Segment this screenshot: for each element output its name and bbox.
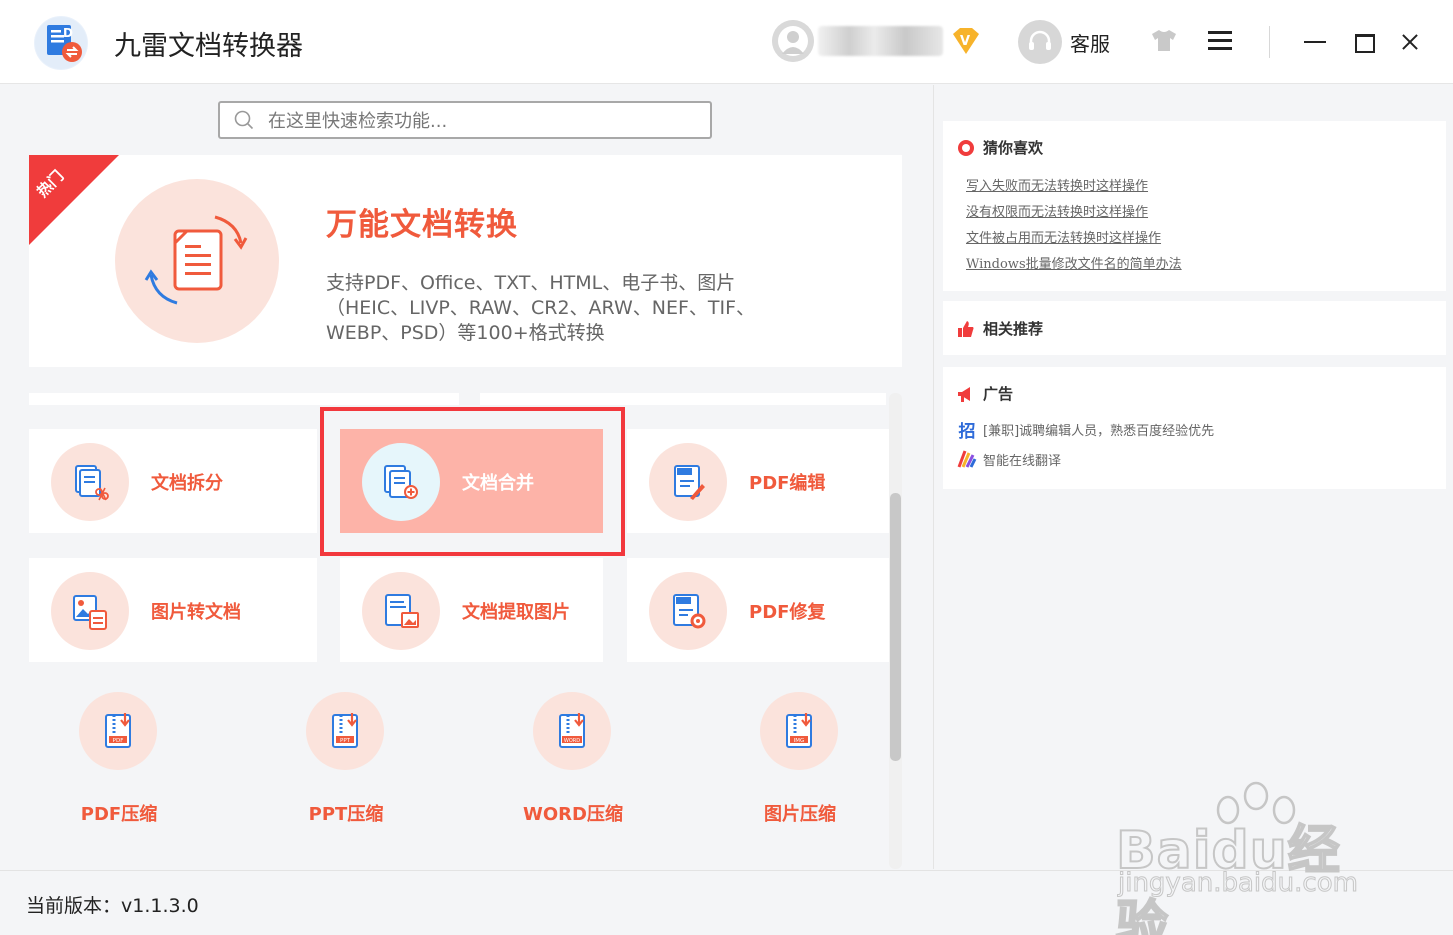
svg-text:PPT: PPT <box>340 738 351 744</box>
customer-service-label: 客服 <box>1070 31 1110 56</box>
recruit-icon: 招 <box>958 421 976 442</box>
universal-convert-card[interactable]: 热门 万能文档转换 支持PDF、Office、TXT、HTML、电子书、图片（H… <box>29 155 902 367</box>
tool-label: PDF编辑 <box>749 473 826 494</box>
maximize-button[interactable] <box>1345 24 1381 60</box>
heart-circle-icon <box>957 139 975 157</box>
extract-image-icon <box>362 572 440 650</box>
ads-header: 广告 <box>957 383 1013 404</box>
main-content: 热门 万能文档转换 支持PDF、Office、TXT、HTML、电子书、图片（H… <box>0 85 932 869</box>
translate-colorful-icon <box>957 449 977 469</box>
ads-box: 广告 招 [兼职]诚聘编辑人员，熟悉百度经验优先 智能在线翻译 <box>943 367 1446 489</box>
svg-text:D: D <box>63 26 73 40</box>
status-footer: 当前版本：v1.1.3.0 <box>0 870 1453 935</box>
ads-title: 广告 <box>983 385 1014 403</box>
thumbs-up-icon <box>957 320 975 338</box>
compress-ppt[interactable]: PPT PPT压缩 <box>246 692 446 832</box>
card-top-edge-left <box>29 393 459 405</box>
tool-card-document-merge[interactable]: 文档合并 <box>340 429 603 533</box>
compress-word[interactable]: WORD WORD压缩 <box>473 692 673 832</box>
convert-icon <box>115 179 279 343</box>
hero-description: 支持PDF、Office、TXT、HTML、电子书、图片（HEIC、LIVP、R… <box>326 272 756 344</box>
tool-card-pdf-edit[interactable]: PDF编辑 <box>627 429 889 533</box>
version-label: 当前版本：v1.1.3.0 <box>26 895 199 917</box>
tool-card-image-to-doc[interactable]: 图片转文档 <box>29 558 317 662</box>
headset-icon <box>1018 20 1062 64</box>
tool-label: PDF修复 <box>749 602 826 623</box>
card-top-edge-right <box>480 393 886 405</box>
megaphone-icon <box>957 385 975 403</box>
compress-label: PPT压缩 <box>308 804 384 825</box>
ad-text: [兼职]诚聘编辑人员，熟悉百度经验优先 <box>983 423 1215 439</box>
tool-card-document-split[interactable]: 文档拆分 <box>29 429 317 533</box>
skin-tshirt-icon[interactable] <box>1150 28 1178 56</box>
right-panel: 猜你喜欢 写入失败而无法转换时这样操作 没有权限而无法转换时这样操作 文件被占用… <box>933 85 1453 869</box>
app-title: 九雷文档转换器 <box>114 31 303 62</box>
word-compress-icon: WORD <box>533 692 611 770</box>
compress-pdf[interactable]: PDF PDF压缩 <box>19 692 219 832</box>
search-box[interactable] <box>218 101 712 139</box>
username-blurred[interactable] <box>818 26 943 56</box>
guess-you-like-box: 猜你喜欢 写入失败而无法转换时这样操作 没有权限而无法转换时这样操作 文件被占用… <box>943 121 1446 291</box>
ad-item-translate[interactable]: 智能在线翻译 <box>957 449 1061 469</box>
search-input[interactable] <box>268 108 688 134</box>
app-logo-icon: D <box>34 16 88 70</box>
hero-title: 万能文档转换 <box>326 207 518 243</box>
ppt-compress-icon: PPT <box>306 692 384 770</box>
tool-card-extract-image[interactable]: 文档提取图片 <box>340 558 603 662</box>
compress-image[interactable]: IMG 图片压缩 <box>700 692 900 832</box>
tool-label: 图片转文档 <box>151 602 241 623</box>
ad-text: 智能在线翻译 <box>983 453 1062 469</box>
tool-label: 文档提取图片 <box>462 602 570 623</box>
tool-label: 文档合并 <box>462 473 534 494</box>
titlebar-divider <box>1269 26 1270 58</box>
related-box: 相关推荐 <box>943 301 1446 355</box>
compress-label: 图片压缩 <box>764 804 836 825</box>
compress-label: PDF压缩 <box>80 804 158 825</box>
pdf-repair-icon <box>649 572 727 650</box>
pdf-edit-icon <box>649 443 727 521</box>
related-header[interactable]: 相关推荐 <box>957 318 1043 339</box>
vip-badge-icon[interactable]: V <box>950 26 982 56</box>
document-merge-icon <box>362 443 440 521</box>
ad-item-recruit[interactable]: 招 [兼职]诚聘编辑人员，熟悉百度经验优先 <box>957 419 1215 442</box>
svg-text:IMG: IMG <box>794 738 805 744</box>
minimize-button[interactable] <box>1297 24 1333 60</box>
image-compress-icon: IMG <box>760 692 838 770</box>
close-button[interactable] <box>1392 24 1428 60</box>
svg-text:PDF: PDF <box>113 738 124 744</box>
document-split-icon <box>51 443 129 521</box>
menu-hamburger-icon[interactable] <box>1208 28 1238 54</box>
guess-header: 猜你喜欢 <box>957 137 1043 158</box>
guess-link-4[interactable]: Windows批量修改文件名的简单办法 <box>966 253 1182 272</box>
user-avatar[interactable] <box>772 20 814 62</box>
guess-link-2[interactable]: 没有权限而无法转换时这样操作 <box>966 201 1148 220</box>
guess-link-1[interactable]: 写入失败而无法转换时这样操作 <box>966 175 1148 194</box>
hot-ribbon <box>29 155 119 245</box>
compress-label: WORD压缩 <box>523 804 623 825</box>
customer-service-button[interactable]: 客服 <box>1018 20 1110 64</box>
guess-link-3[interactable]: 文件被占用而无法转换时这样操作 <box>966 227 1161 246</box>
svg-text:WORD: WORD <box>564 738 580 744</box>
guess-title: 猜你喜欢 <box>983 139 1044 157</box>
image-to-doc-icon <box>51 572 129 650</box>
tool-card-pdf-repair[interactable]: PDF修复 <box>627 558 889 662</box>
title-bar: D 九雷文档转换器 V 客服 <box>0 0 1453 84</box>
tool-label: 文档拆分 <box>151 473 223 494</box>
related-title: 相关推荐 <box>983 320 1044 338</box>
pdf-compress-icon: PDF <box>79 692 157 770</box>
svg-text:V: V <box>960 34 970 49</box>
search-icon <box>234 110 254 130</box>
